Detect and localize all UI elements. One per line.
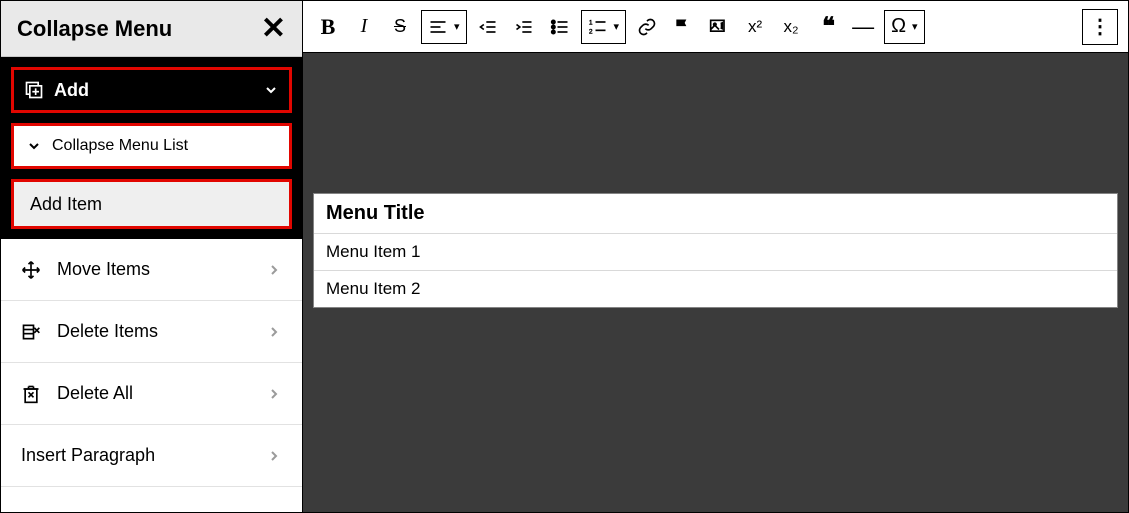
action-delete-items[interactable]: Delete Items	[1, 301, 302, 363]
widget-row[interactable]: Menu Item 1	[314, 234, 1117, 271]
chevron-right-icon	[266, 262, 282, 278]
widget-title[interactable]: Menu Title	[314, 194, 1117, 234]
add-plus-icon	[24, 80, 44, 100]
action-insert-paragraph[interactable]: Insert Paragraph	[1, 425, 302, 487]
add-button[interactable]: Add	[11, 67, 292, 113]
editor-canvas[interactable]: Menu Title Menu Item 1 Menu Item 2	[303, 53, 1128, 512]
superscript-button[interactable]: x²	[740, 10, 770, 44]
kebab-icon: ⋮	[1090, 14, 1110, 39]
editor: B I S ▾ 12 ▾	[303, 1, 1128, 512]
action-label: Delete Items	[57, 321, 158, 342]
caret-down-icon: ▾	[912, 20, 918, 33]
indent-button[interactable]	[509, 10, 539, 44]
subscript-button[interactable]: x₂	[776, 10, 806, 44]
delete-items-icon	[21, 322, 41, 342]
add-item-button[interactable]: Add Item	[11, 179, 292, 229]
collapse-menu-list-label: Collapse Menu List	[52, 137, 188, 155]
caret-down-icon: ▾	[614, 20, 620, 33]
ordered-list-icon: 12	[588, 17, 608, 37]
ordered-list-dropdown[interactable]: 12 ▾	[581, 10, 627, 44]
add-label: Add	[54, 80, 89, 101]
special-char-dropdown[interactable]: Ω ▾	[884, 10, 924, 44]
more-options-button[interactable]: ⋮	[1082, 9, 1118, 45]
link-button[interactable]	[632, 10, 662, 44]
chevron-right-icon	[266, 448, 282, 464]
sidebar: Collapse Menu ✕ Add Collapse Menu List	[1, 1, 303, 512]
collapse-menu-list-button[interactable]: Collapse Menu List	[11, 123, 292, 169]
svg-text:1: 1	[588, 19, 592, 26]
toolbar: B I S ▾ 12 ▾	[303, 1, 1128, 53]
align-left-icon	[428, 17, 448, 37]
sidebar-actions: Move Items Delete Items	[1, 239, 302, 487]
action-label: Delete All	[57, 383, 133, 404]
omega-icon: Ω	[891, 15, 906, 38]
unordered-list-button[interactable]	[545, 10, 575, 44]
italic-button[interactable]: I	[349, 10, 379, 44]
bold-button[interactable]: B	[313, 10, 343, 44]
strike-button[interactable]: S	[385, 10, 415, 44]
horizontal-rule-button[interactable]: —	[848, 10, 878, 44]
flag-button[interactable]	[668, 10, 698, 44]
align-dropdown[interactable]: ▾	[421, 10, 467, 44]
chevron-down-icon	[26, 138, 42, 154]
delete-all-icon	[21, 384, 41, 404]
sidebar-header: Collapse Menu ✕	[1, 1, 302, 57]
chevron-right-icon	[266, 386, 282, 402]
action-move-items[interactable]: Move Items	[1, 239, 302, 301]
collapse-menu-widget[interactable]: Menu Title Menu Item 1 Menu Item 2	[313, 193, 1118, 308]
caret-down-icon: ▾	[454, 20, 460, 33]
add-item-label: Add Item	[30, 194, 102, 215]
widget-row[interactable]: Menu Item 2	[314, 271, 1117, 307]
close-icon[interactable]: ✕	[261, 14, 286, 44]
svg-text:2: 2	[588, 28, 592, 35]
move-icon	[21, 260, 41, 280]
outdent-button[interactable]	[473, 10, 503, 44]
blockquote-button[interactable]: ❝	[812, 10, 842, 44]
sidebar-title: Collapse Menu	[17, 16, 172, 42]
media-button[interactable]	[704, 10, 734, 44]
sidebar-add-block: Add Collapse Menu List Add Item	[1, 57, 302, 239]
action-label: Move Items	[57, 259, 150, 280]
action-label: Insert Paragraph	[21, 445, 155, 466]
action-delete-all[interactable]: Delete All	[1, 363, 302, 425]
chevron-down-icon	[263, 82, 279, 98]
chevron-right-icon	[266, 324, 282, 340]
